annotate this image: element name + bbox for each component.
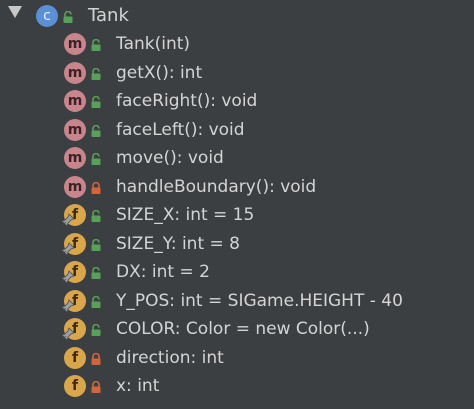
private-lock-icon — [91, 381, 101, 393]
tree-node-class-tank[interactable]: c Tank — [0, 2, 474, 30]
tree-node-field[interactable]: f Y_POS: int = SIGame.HEIGHT - 40 — [0, 287, 474, 315]
private-lock-icon — [91, 353, 101, 365]
tree-node-field[interactable]: f direction: int — [0, 344, 474, 372]
field-icon: f — [64, 375, 86, 397]
method-icon: m — [64, 119, 86, 141]
public-lock-icon — [91, 68, 101, 80]
method-label: getX(): int — [116, 63, 203, 83]
public-lock-icon — [91, 239, 101, 251]
field-icon: f — [64, 347, 86, 369]
tree-node-field[interactable]: f DX: int = 2 — [0, 258, 474, 286]
method-label: move(): void — [116, 148, 224, 168]
field-label: DX: int = 2 — [116, 262, 210, 282]
class-label: Tank — [88, 5, 129, 26]
private-lock-icon — [91, 182, 101, 194]
final-pin-icon — [61, 242, 75, 256]
method-label: faceRight(): void — [116, 91, 258, 111]
field-icon: f — [61, 261, 86, 284]
tree-node-method[interactable]: m handleBoundary(): void — [0, 173, 474, 201]
field-label: direction: int — [116, 348, 224, 368]
method-label: Tank(int) — [116, 34, 191, 54]
tree-node-method[interactable]: m faceLeft(): void — [0, 116, 474, 144]
field-icon: f — [61, 318, 86, 341]
method-label: faceLeft(): void — [116, 120, 245, 140]
field-label: SIZE_Y: int = 8 — [116, 234, 240, 254]
final-pin-icon — [61, 213, 75, 227]
public-lock-icon — [91, 296, 101, 308]
final-pin-icon — [61, 327, 75, 341]
public-lock-icon — [63, 11, 73, 23]
method-icon: m — [64, 90, 86, 112]
method-icon: m — [64, 62, 86, 84]
public-lock-icon — [91, 324, 101, 336]
final-pin-icon — [61, 270, 75, 284]
public-lock-icon — [91, 96, 101, 108]
class-icon: c — [36, 5, 58, 27]
method-icon: m — [64, 176, 86, 198]
triangle-down-icon[interactable] — [8, 6, 22, 18]
tree-node-method[interactable]: m faceRight(): void — [0, 87, 474, 115]
public-lock-icon — [91, 267, 101, 279]
field-icon: f — [61, 204, 86, 227]
method-label: handleBoundary(): void — [116, 177, 317, 197]
field-label: x: int — [116, 376, 160, 396]
field-label: Y_POS: int = SIGame.HEIGHT - 40 — [116, 291, 403, 311]
tree-node-method[interactable]: m getX(): int — [0, 59, 474, 87]
field-icon: f — [61, 233, 86, 256]
public-lock-icon — [91, 39, 101, 51]
tree-node-method[interactable]: m move(): void — [0, 144, 474, 172]
tree-node-field[interactable]: f SIZE_X: int = 15 — [0, 201, 474, 229]
final-pin-icon — [61, 299, 75, 313]
field-icon: f — [61, 290, 86, 313]
method-icon: m — [64, 147, 86, 169]
public-lock-icon — [91, 210, 101, 222]
tree-node-field[interactable]: f x: int — [0, 372, 474, 400]
tree-node-field[interactable]: f SIZE_Y: int = 8 — [0, 230, 474, 258]
field-label: COLOR: Color = new Color(...) — [116, 319, 370, 339]
field-label: SIZE_X: int = 15 — [116, 205, 255, 225]
public-lock-icon — [91, 153, 101, 165]
method-icon: m — [64, 33, 86, 55]
public-lock-icon — [91, 125, 101, 137]
tree-node-field[interactable]: f COLOR: Color = new Color(...) — [0, 315, 474, 343]
structure-panel: c Tank m Tank(int) m getX(): int m faceRight(… — [0, 0, 474, 409]
tree-node-method[interactable]: m Tank(int) — [0, 30, 474, 58]
